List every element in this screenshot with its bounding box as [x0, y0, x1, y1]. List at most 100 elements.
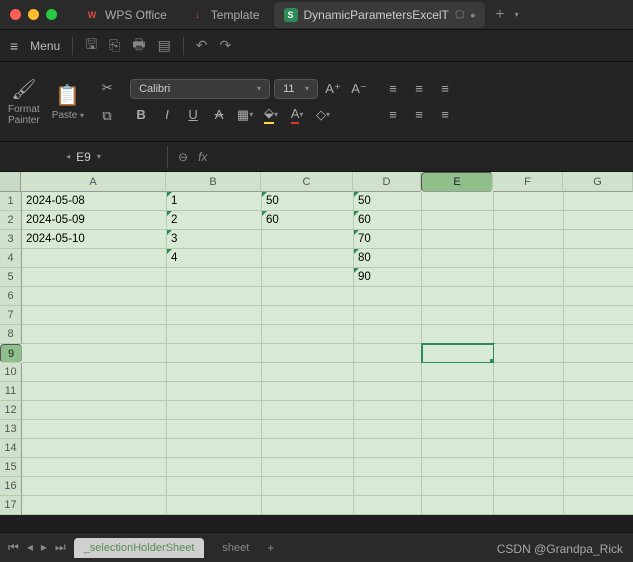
- undo-icon[interactable]: ↶: [196, 37, 208, 54]
- cell[interactable]: [167, 420, 262, 439]
- tab-template[interactable]: ↓ Template: [181, 3, 270, 27]
- row-header[interactable]: 1: [0, 192, 22, 211]
- cell[interactable]: [262, 458, 354, 477]
- cell[interactable]: [22, 325, 167, 344]
- cell[interactable]: [354, 344, 422, 363]
- cell[interactable]: [354, 306, 422, 325]
- cell[interactable]: [262, 420, 354, 439]
- cell[interactable]: [422, 344, 494, 363]
- cell[interactable]: [22, 477, 167, 496]
- sheet-nav-next-icon[interactable]: ▸: [41, 540, 47, 555]
- cell[interactable]: [422, 477, 494, 496]
- cell[interactable]: [262, 306, 354, 325]
- cell[interactable]: 80: [354, 249, 422, 268]
- cell[interactable]: [422, 211, 494, 230]
- row-header[interactable]: 8: [0, 325, 22, 344]
- export-icon[interactable]: ⎘: [109, 37, 120, 54]
- cell[interactable]: [262, 477, 354, 496]
- cell[interactable]: [494, 439, 564, 458]
- cell[interactable]: [564, 496, 633, 515]
- cell[interactable]: [422, 363, 494, 382]
- row-header[interactable]: 6: [0, 287, 22, 306]
- cell[interactable]: [354, 382, 422, 401]
- format-painter-group[interactable]: 🖌 Format Painter: [8, 77, 40, 126]
- cell[interactable]: [494, 249, 564, 268]
- maximize-window-button[interactable]: [46, 9, 57, 20]
- cell[interactable]: [422, 458, 494, 477]
- align-top-icon[interactable]: ≡: [382, 78, 404, 100]
- tab-menu-icon[interactable]: ▢: [455, 9, 464, 20]
- cell[interactable]: [494, 192, 564, 211]
- menu-button[interactable]: Menu: [30, 39, 60, 53]
- clear-format-icon[interactable]: ◇▾: [312, 104, 334, 126]
- cell[interactable]: [22, 249, 167, 268]
- fill-color-icon[interactable]: ⬙▾: [260, 104, 282, 126]
- cell[interactable]: [262, 325, 354, 344]
- cell[interactable]: 90: [354, 268, 422, 287]
- cell[interactable]: [167, 477, 262, 496]
- cell[interactable]: [564, 325, 633, 344]
- cell[interactable]: [22, 420, 167, 439]
- cell[interactable]: [494, 401, 564, 420]
- cell[interactable]: [354, 363, 422, 382]
- cell[interactable]: [167, 496, 262, 515]
- row-header[interactable]: 15: [0, 458, 22, 477]
- cell[interactable]: [564, 401, 633, 420]
- cell[interactable]: [22, 382, 167, 401]
- sheet-nav-last-icon[interactable]: ⏭: [55, 540, 66, 555]
- cell[interactable]: 4: [167, 249, 262, 268]
- cell[interactable]: 2024-05-10: [22, 230, 167, 249]
- sheet-nav-prev-icon[interactable]: ◂: [27, 540, 33, 555]
- increase-font-icon[interactable]: A⁺: [322, 78, 344, 100]
- cell[interactable]: [494, 211, 564, 230]
- print-icon[interactable]: 🖶: [132, 34, 145, 58]
- row-header[interactable]: 14: [0, 439, 22, 458]
- font-color-icon[interactable]: A▾: [286, 104, 308, 126]
- cell[interactable]: [354, 458, 422, 477]
- row-header[interactable]: 2: [0, 211, 22, 230]
- cell[interactable]: [422, 192, 494, 211]
- cell[interactable]: 60: [354, 211, 422, 230]
- fx-icon[interactable]: fx: [198, 150, 207, 164]
- cell[interactable]: [422, 230, 494, 249]
- row-header[interactable]: 11: [0, 382, 22, 401]
- sheet-tab-other[interactable]: sheet: [212, 538, 259, 558]
- cell[interactable]: [564, 249, 633, 268]
- cell[interactable]: 50: [354, 192, 422, 211]
- italic-icon[interactable]: I: [156, 104, 178, 126]
- cell[interactable]: [494, 268, 564, 287]
- name-box[interactable]: ◂ E9 ▾: [0, 146, 168, 168]
- cell[interactable]: [354, 420, 422, 439]
- align-right-icon[interactable]: ≡: [434, 104, 456, 126]
- cell[interactable]: [22, 268, 167, 287]
- cell[interactable]: [262, 249, 354, 268]
- cell[interactable]: 50: [262, 192, 354, 211]
- cell[interactable]: [494, 230, 564, 249]
- cell[interactable]: [564, 363, 633, 382]
- cell[interactable]: [494, 382, 564, 401]
- copy-icon[interactable]: ⧉: [96, 105, 118, 127]
- add-sheet-button[interactable]: +: [267, 541, 274, 555]
- cell[interactable]: [22, 401, 167, 420]
- cell[interactable]: [167, 439, 262, 458]
- cell[interactable]: [167, 268, 262, 287]
- cell[interactable]: 70: [354, 230, 422, 249]
- row-header[interactable]: 4: [0, 249, 22, 268]
- cut-icon[interactable]: ✂: [96, 77, 118, 99]
- align-middle-icon[interactable]: ≡: [408, 78, 430, 100]
- cell[interactable]: [564, 230, 633, 249]
- cell[interactable]: [167, 382, 262, 401]
- cell[interactable]: [22, 458, 167, 477]
- cell[interactable]: [564, 287, 633, 306]
- cell[interactable]: [564, 477, 633, 496]
- cell[interactable]: [167, 344, 262, 363]
- cell[interactable]: [422, 306, 494, 325]
- font-name-select[interactable]: Calibri▾: [130, 79, 270, 99]
- column-header[interactable]: G: [563, 172, 633, 192]
- cell[interactable]: 1: [167, 192, 262, 211]
- cell[interactable]: [422, 401, 494, 420]
- cell[interactable]: [422, 382, 494, 401]
- cell[interactable]: [422, 496, 494, 515]
- minimize-window-button[interactable]: [28, 9, 39, 20]
- decrease-font-icon[interactable]: A⁻: [348, 78, 370, 100]
